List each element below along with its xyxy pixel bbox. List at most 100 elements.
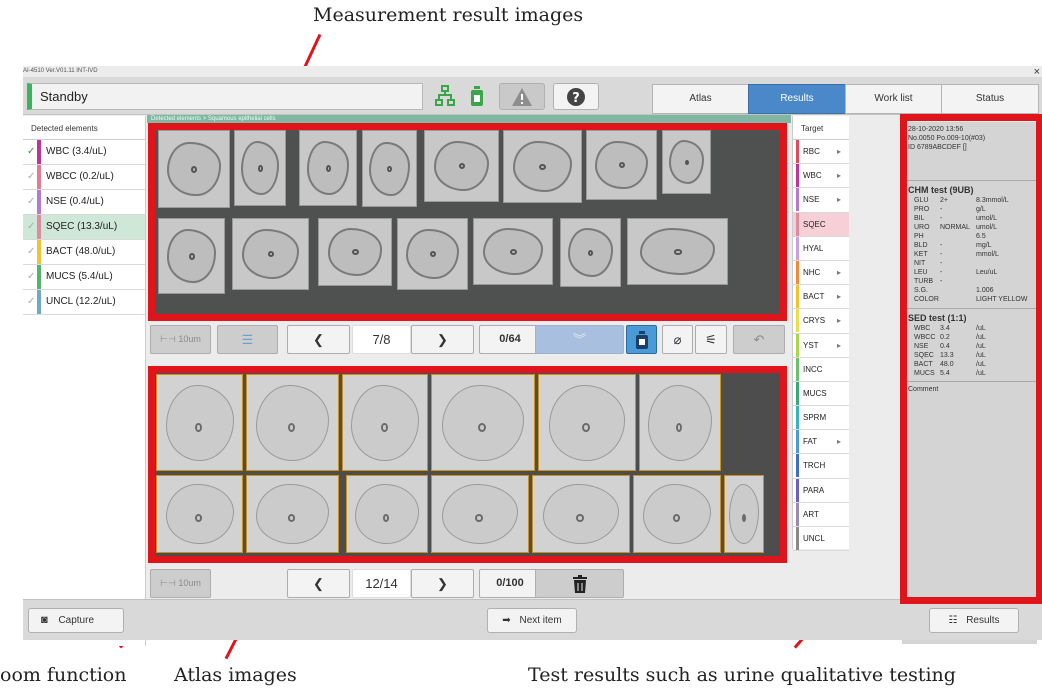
undo-icon: ↶	[753, 332, 765, 347]
target-item[interactable]: CRYS ▸	[793, 309, 849, 334]
tab-atlas[interactable]: Atlas	[652, 84, 749, 114]
detected-item[interactable]: ✓ UNCL (12.2/uL)	[23, 290, 145, 315]
submenu-arrow-icon: ▸	[836, 316, 841, 326]
color-swatch	[796, 430, 799, 454]
atlas-next-button[interactable]: ❯	[411, 569, 474, 598]
target-item[interactable]: UNCL	[793, 527, 849, 552]
submenu-arrow-icon: ▸	[836, 292, 841, 302]
scale-button[interactable]: ⊢⊣ 10um	[150, 325, 211, 354]
tab-results[interactable]: Results	[748, 84, 846, 114]
target-item[interactable]: WBC ▸	[793, 164, 849, 189]
target-item-label: TRCH	[803, 461, 826, 471]
detected-item[interactable]: ✓ MUCS (5.4/uL)	[23, 265, 145, 290]
atlas-selection-count: 0/100	[479, 569, 541, 598]
highlight-measurement-images	[148, 123, 787, 321]
tab-work-list[interactable]: Work list	[845, 84, 942, 114]
detected-item[interactable]: ✓ WBC (3.4/uL)	[23, 140, 145, 165]
capture-button[interactable]: ◙ Capture	[28, 608, 124, 633]
detected-item[interactable]: ✓ WBCC (0.2/uL)	[23, 165, 145, 190]
highlight-atlas-images	[148, 366, 787, 563]
atlas-scale-label: 10um	[178, 578, 201, 588]
undo-button[interactable]: ↶	[733, 325, 785, 354]
prev-page-button[interactable]: ❮	[287, 325, 350, 354]
target-item-label: RBC	[803, 147, 820, 156]
color-swatch	[796, 164, 799, 188]
scale-label: 10um	[178, 334, 201, 344]
callout-measurement: Measurement result images	[313, 4, 584, 26]
target-item-label: CRYS	[803, 316, 826, 326]
target-item[interactable]: SPRM	[793, 406, 849, 431]
chevron-right-icon: ❯	[437, 332, 448, 347]
target-item[interactable]: NHC ▸	[793, 260, 849, 286]
atlas-prev-button[interactable]: ❮	[287, 569, 350, 598]
tab-status[interactable]: Status	[941, 84, 1039, 114]
submenu-arrow-icon: ▸	[836, 171, 841, 181]
bottle-toggle-button[interactable]	[626, 325, 657, 354]
color-swatch	[796, 406, 799, 430]
detected-elements-panel: Detected elements ✓ WBC (3.4/uL) ✓ WBCC (0.…	[23, 116, 146, 646]
version-label: AI-4510 Ver.V01.11 INT-IVD	[23, 68, 98, 74]
filter-button[interactable]: ☰	[217, 325, 278, 354]
target-item[interactable]: FAT ▸	[793, 430, 849, 455]
target-item[interactable]: ART	[793, 502, 849, 527]
results-label: Results	[966, 615, 1000, 626]
color-swatch	[37, 290, 41, 314]
network-icon[interactable]	[435, 85, 455, 112]
top-bar: Standby ? Atlas Results Work list Status	[23, 77, 1042, 115]
target-item[interactable]: INCC	[793, 357, 849, 382]
atlas-scale-button[interactable]: ⊢⊣ 10um	[150, 569, 211, 598]
detected-elements-header: Detected elements	[23, 116, 145, 140]
target-item[interactable]: TRCH	[793, 454, 849, 479]
callout-zoom: oom function	[0, 664, 127, 686]
warning-button[interactable]	[499, 83, 545, 110]
target-item-label: FAT	[803, 437, 818, 447]
camera-icon: ◙	[41, 614, 48, 626]
color-swatch	[796, 260, 799, 284]
check-icon: ✓	[27, 246, 36, 257]
target-item[interactable]: YST ▸	[793, 333, 849, 358]
detected-item[interactable]: ✓ NSE (0.4/uL)	[23, 190, 145, 215]
detected-item-label: WBC (3.4/uL)	[46, 146, 107, 157]
target-item-label: BACT	[803, 292, 825, 302]
sliders-icon: ⚟	[705, 332, 717, 347]
target-item-label: SPRM	[803, 413, 827, 423]
target-item[interactable]: SQEC	[793, 212, 849, 237]
selection-count: 0/64	[479, 325, 541, 354]
target-item[interactable]: HYAL	[793, 236, 849, 261]
next-page-button[interactable]: ❯	[411, 325, 474, 354]
target-item-label: NHC	[803, 267, 821, 277]
target-item-label: MUCS	[803, 388, 827, 398]
help-button[interactable]: ?	[553, 83, 599, 110]
check-icon: ✓	[27, 171, 36, 182]
callout-tests: Test results such as urine qualitative t…	[528, 664, 956, 686]
results-button[interactable]: ☷ Results	[929, 608, 1019, 633]
submenu-arrow-icon: ▸	[836, 437, 841, 447]
target-panel: Target RBC ▸ WBC ▸ NSE ▸ SQEC HYAL NHC ▸ BACT ▸ CRYS…	[792, 116, 849, 552]
target-item[interactable]: NSE ▸	[793, 188, 849, 213]
target-item-label: UNCL	[803, 534, 825, 543]
expand-button[interactable]: ︾	[535, 325, 624, 354]
color-swatch	[796, 236, 799, 260]
detected-item[interactable]: ✓ BACT (48.0/uL)	[23, 240, 145, 265]
settings-button[interactable]: ⚟	[695, 325, 727, 354]
next-item-button[interactable]: ➡ Next item	[487, 608, 577, 633]
target-item[interactable]: RBC ▸	[793, 140, 849, 165]
color-swatch	[796, 285, 799, 309]
target-item[interactable]: MUCS	[793, 381, 849, 407]
attach-button[interactable]: ⌀	[662, 325, 693, 354]
detected-item-label: UNCL (12.2/uL)	[46, 296, 116, 307]
warning-icon	[512, 88, 532, 106]
bottle-icon[interactable]	[470, 85, 484, 112]
chevron-left-icon: ❮	[313, 576, 324, 591]
detected-item[interactable]: ✓ SQEC (13.3/uL)	[23, 215, 145, 240]
delete-button[interactable]	[535, 569, 624, 598]
color-swatch	[796, 357, 799, 381]
target-item[interactable]: PARA	[793, 478, 849, 503]
color-swatch	[37, 265, 41, 289]
target-list: RBC ▸ WBC ▸ NSE ▸ SQEC HYAL NHC ▸ BACT ▸ CRYS ▸ YST ▸ IN…	[793, 140, 849, 552]
filter-icon: ☰	[241, 332, 254, 347]
color-swatch	[37, 215, 41, 239]
check-icon: ✓	[27, 296, 36, 307]
target-item[interactable]: BACT ▸	[793, 285, 849, 310]
check-icon: ✓	[27, 196, 36, 207]
